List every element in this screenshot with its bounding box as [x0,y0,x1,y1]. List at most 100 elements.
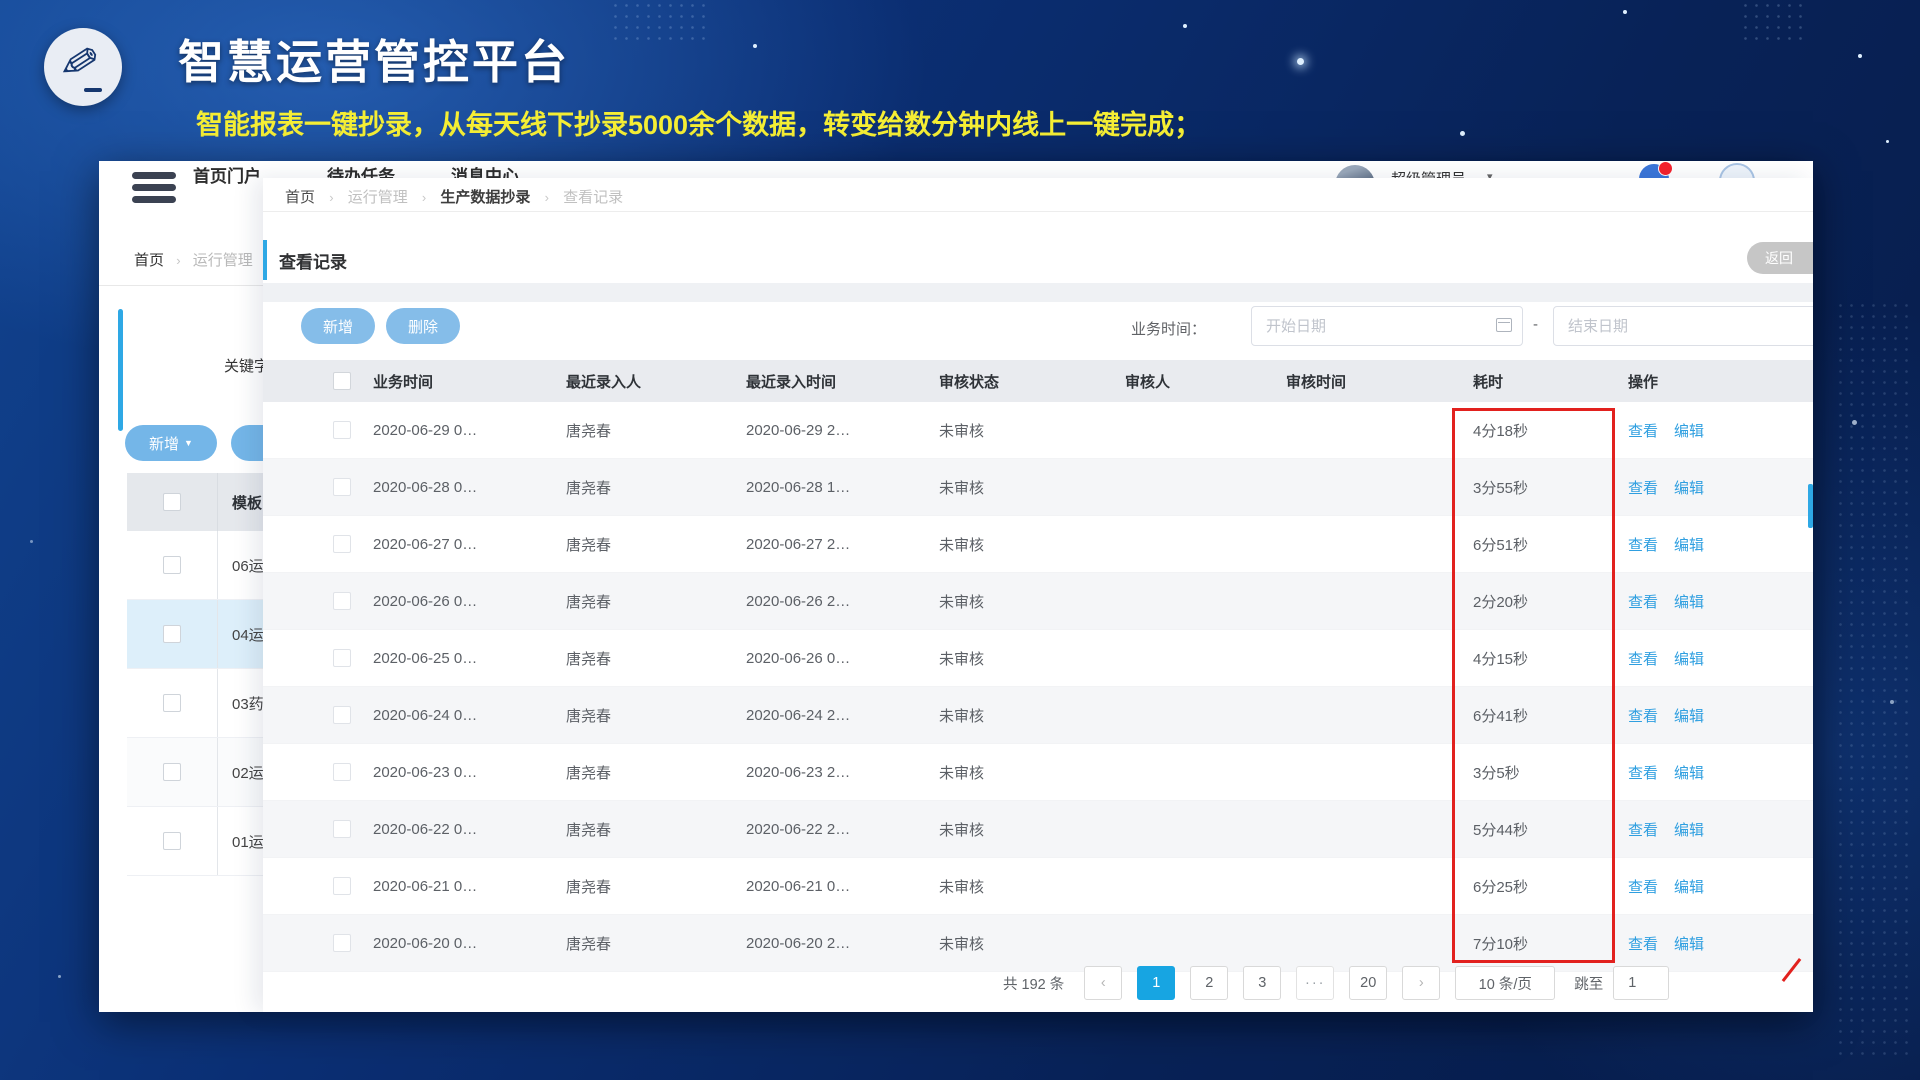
cell-business-time: 2020-06-28 0… [373,478,478,496]
delete-button[interactable]: 删除 [386,308,460,344]
cell-review-status: 未审核 [939,878,985,896]
cell-record-time: 2020-06-21 0… [746,877,851,895]
row-checkbox[interactable] [163,625,181,643]
edit-link[interactable]: 编辑 [1674,651,1704,668]
breadcrumb-production-data[interactable]: 生产数据抄录 [440,189,530,206]
start-date-input[interactable] [1251,306,1523,346]
row-checkbox[interactable] [333,820,351,838]
row-checkbox[interactable] [333,706,351,724]
back-button[interactable]: 返回 [1747,242,1813,274]
cell-duration: 4分18秒 [1473,422,1529,440]
breadcrumb-operation-mgmt[interactable]: 运行管理 [348,189,408,206]
breadcrumb-home[interactable]: 首页 [134,252,164,269]
records-table: 业务时间 最近录入人 最近录入时间 审核状态 审核人 审核时间 耗时 操作 20… [263,360,1813,972]
row-checkbox[interactable] [163,832,181,850]
table-row: 2020-06-20 0… 唐尧春 2020-06-20 2… 未审核 7分10… [263,915,1813,972]
cell-record-time: 2020-06-26 0… [746,649,851,667]
col-recorder: 最近录入人 [566,373,642,391]
sidebar-add-button[interactable]: 新增 ▼ [125,425,217,461]
cell-recorder: 唐尧春 [566,935,612,953]
page-button-1[interactable]: 1 [1137,966,1176,1000]
cell-record-time: 2020-06-20 2… [746,934,851,952]
cell-recorder: 唐尧春 [566,764,612,782]
view-link[interactable]: 查看 [1628,480,1658,497]
slide-subtitle: 智能报表一键抄录，从每天线下抄录5000余个数据，转变给数分钟内线上一键完成； [196,110,1202,140]
panel-accent-bar [118,309,123,431]
dot-grid-decoration [1835,300,1915,1060]
view-link[interactable]: 查看 [1628,822,1658,839]
breadcrumb-section: 运行管理 [192,252,253,269]
cell-business-time: 2020-06-20 0… [373,934,478,952]
row-checkbox[interactable] [333,592,351,610]
view-link[interactable]: 查看 [1628,594,1658,611]
page-button-2[interactable]: 2 [1190,966,1229,1000]
view-link[interactable]: 查看 [1628,651,1658,668]
cell-business-time: 2020-06-29 0… [373,421,478,439]
row-checkbox[interactable] [333,421,351,439]
prev-page-button[interactable]: ‹ [1084,966,1123,1000]
cell-review-status: 未审核 [939,536,985,554]
edit-link[interactable]: 编辑 [1674,594,1704,611]
row-checkbox[interactable] [163,556,181,574]
edit-link[interactable]: 编辑 [1674,765,1704,782]
title-accent-bar [263,240,267,280]
row-checkbox[interactable] [333,649,351,667]
page-button-20[interactable]: 20 [1349,966,1388,1000]
view-link[interactable]: 查看 [1628,765,1658,782]
jump-to-input[interactable] [1613,966,1670,1000]
cell-recorder: 唐尧春 [566,878,612,896]
table-row: 2020-06-24 0… 唐尧春 2020-06-24 2… 未审核 6分41… [263,687,1813,744]
select-all-checkbox[interactable] [163,493,181,511]
template-row-label: 02运 [232,764,264,782]
row-checkbox[interactable] [333,478,351,496]
cell-recorder: 唐尧春 [566,707,612,725]
table-row: 2020-06-23 0… 唐尧春 2020-06-23 2… 未审核 3分5秒… [263,744,1813,801]
edit-link[interactable]: 编辑 [1674,879,1704,896]
row-checkbox[interactable] [333,763,351,781]
row-checkbox[interactable] [163,763,181,781]
breadcrumb-separator: › [329,190,334,205]
row-checkbox[interactable] [163,694,181,712]
select-all-checkbox[interactable] [333,372,351,390]
cell-review-status: 未审核 [939,479,985,497]
row-checkbox[interactable] [333,934,351,952]
dot-grid-decoration [1740,0,1810,40]
add-button[interactable]: 新增 [301,308,375,344]
page-ellipsis[interactable]: ··· [1296,966,1335,1000]
view-link[interactable]: 查看 [1628,936,1658,953]
total-count: 共 192 条 [1003,976,1065,993]
edit-link[interactable]: 编辑 [1674,936,1704,953]
view-link[interactable]: 查看 [1628,708,1658,725]
slide-background: ✎ 智慧运营管控平台 智能报表一键抄录，从每天线下抄录5000余个数据，转变给数… [0,0,1920,1080]
end-date-input[interactable] [1553,306,1813,346]
col-actions: 操作 [1628,373,1659,391]
template-row-label: 03药 [232,695,264,713]
edit-link[interactable]: 编辑 [1674,480,1704,497]
edit-link[interactable]: 编辑 [1674,708,1704,725]
records-breadcrumb: 首页 › 运行管理 › 生产数据抄录 › 查看记录 [285,186,623,207]
start-date-field [1251,306,1523,346]
next-page-button[interactable]: › [1402,966,1441,1000]
breadcrumb-home[interactable]: 首页 [285,189,315,206]
view-link[interactable]: 查看 [1628,879,1658,896]
slide-title: 智慧运营管控平台 [178,36,570,88]
cell-duration: 6分25秒 [1473,878,1529,896]
edit-link[interactable]: 编辑 [1674,537,1704,554]
records-table-header: 业务时间 最近录入人 最近录入时间 审核状态 审核人 审核时间 耗时 操作 [263,360,1813,402]
scrollbar-thumb[interactable] [1808,484,1813,528]
calendar-icon[interactable] [1496,318,1512,332]
breadcrumb-separator: › [421,190,427,205]
page-title: 查看记录 [279,253,347,272]
view-link[interactable]: 查看 [1628,423,1658,440]
edit-link[interactable]: 编辑 [1674,423,1704,440]
row-checkbox[interactable] [333,535,351,553]
section-divider-strip [263,283,1813,302]
page-button-3[interactable]: 3 [1243,966,1282,1000]
row-checkbox[interactable] [333,877,351,895]
pencil-underline [84,88,102,92]
cell-recorder: 唐尧春 [566,479,612,497]
edit-link[interactable]: 编辑 [1674,822,1704,839]
cell-recorder: 唐尧春 [566,422,612,440]
page-size-select[interactable]: 10 条/页 [1455,966,1556,1000]
view-link[interactable]: 查看 [1628,537,1658,554]
